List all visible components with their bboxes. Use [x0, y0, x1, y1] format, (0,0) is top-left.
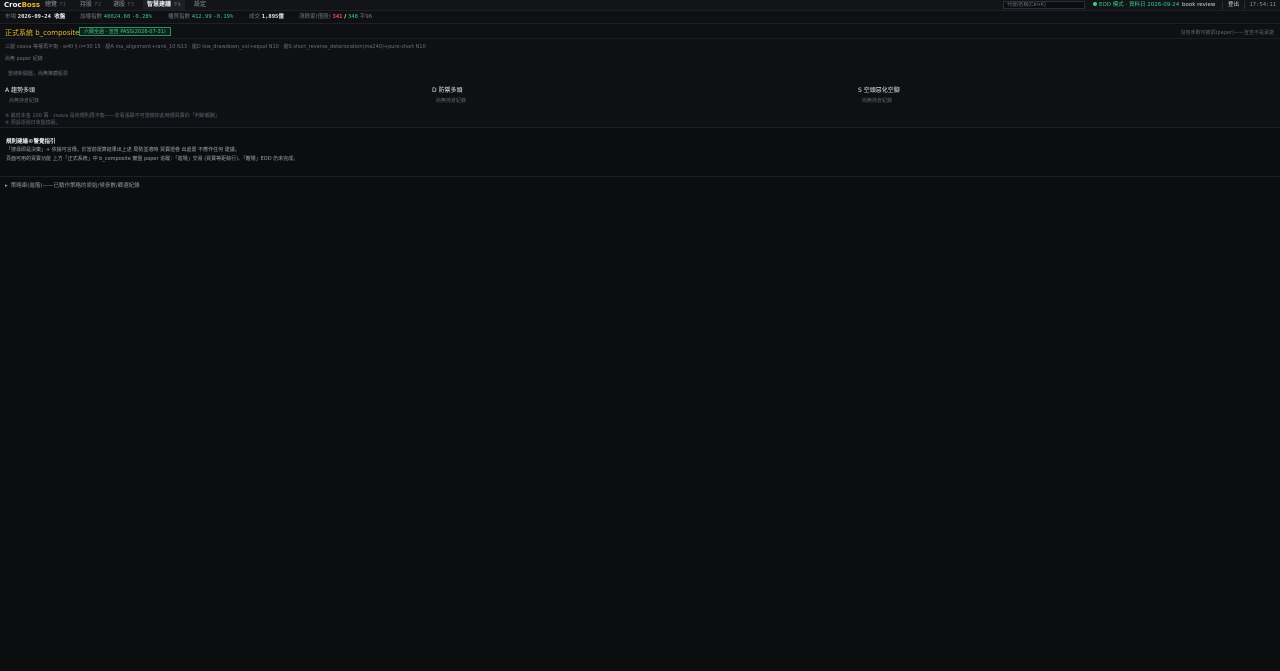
- strategy-panel: 正式系統 b_composite 六關全過 · 宣告 PASS(2026-07-…: [0, 25, 1280, 128]
- leg-d-title: D 防禦多頭: [432, 87, 463, 94]
- formal-system-title: 正式系統 b_composite: [5, 29, 80, 37]
- market-date: 市場 2026-09-24 收盤: [5, 14, 66, 20]
- leg-d-status: 尚無持倉紀錄: [436, 98, 467, 104]
- clock: 17:54:11: [1249, 2, 1277, 8]
- status-dot-icon: [1093, 2, 1097, 6]
- tab-stock-picker[interactable]: 選股 F3: [109, 0, 138, 10]
- strategy-library-expander[interactable]: ▸ 策略庫(進階)——已驗作策略的原始/候參數/篩選紀錄: [5, 181, 140, 189]
- disclaimer-title: 規則建議©警覺指引: [6, 139, 56, 145]
- top-nav-bar: CrocBoss 總覽F1 持股F2 選股F3 智慧建議F4 設定 EOD 模式…: [0, 0, 1280, 11]
- brand-logo-part-a: Croc: [4, 1, 22, 9]
- pass-status-badge: 六關全過 · 宣告 PASS(2026-07-31): [79, 27, 171, 36]
- leg-a-status: 尚無持倉紀錄: [9, 98, 40, 104]
- panel-right-note: 沒有參數可被調(paper)——宣告不是承諾: [1180, 30, 1274, 36]
- market-breadth: 漲跌家(僅股) 341 / 348 平96: [299, 14, 373, 20]
- otc-index: 櫃買指數 412.99 -0.19%: [168, 14, 234, 20]
- eod-status: EOD 模式 · 資料日 2026-09-24: [1093, 1, 1179, 9]
- brand-logo-part-b: Boss: [21, 1, 41, 9]
- tab-overview[interactable]: 總覽 F1: [41, 0, 70, 10]
- tab-settings[interactable]: 設定: [190, 0, 210, 10]
- leg-a-title: A 趨勢多頭: [5, 87, 36, 94]
- market-summary-bar: 市場 2026-09-24 收盤 加權指數 40024.60 -0.28% 櫃買…: [0, 11, 1280, 24]
- leg-s-status: 尚無持倉紀錄: [862, 98, 893, 104]
- paper-record-status: 尚無 paper 紀錄: [5, 56, 43, 62]
- disclaimer-line-2: 頁面可用的買賣功能 上方「正式系統」中 b_composite 實盤 paper…: [6, 156, 299, 162]
- market-volume: 成交 1,895億: [249, 14, 284, 20]
- strategy-library-label: 策略庫(進階)——已驗作策略的原始/候參數/篩選紀錄: [10, 183, 140, 189]
- tab-smart-advice[interactable]: 智慧建議 F4: [143, 0, 185, 10]
- recommendation-status: 當待新開盤，尚無推薦股票: [8, 71, 69, 77]
- strategy-description: 三腿 ceava 等權再平衡 · w40 § n=30 15 · 腿A ma_a…: [5, 44, 426, 50]
- strategy-panel-header: 正式系統 b_composite 六關全過 · 宣告 PASS(2026-07-…: [0, 25, 1280, 39]
- disclaimer-line-1: 「搜尋即是決策」+ 依據可言傳。於當前運算結果出上述 局勢並適時 買賣證卷 出處…: [6, 147, 240, 153]
- disclaimer-section: 規則建議©警覺指引 「搜尋即是決策」+ 依據可言傳。於當前運算結果出上述 局勢並…: [0, 128, 1280, 177]
- tab-holdings[interactable]: 持股 F2: [76, 0, 105, 10]
- logout-button[interactable]: 登出: [1222, 1, 1246, 9]
- leg-s-title: S 空頭惡化空腳: [858, 87, 900, 94]
- rebalance-note: ※ 預設逐週日收盤換股。: [5, 120, 61, 126]
- chevron-right-icon: ▸: [5, 183, 8, 189]
- capital-note: ※ 最低本金 100 萬 · ceava 是依規則再平衡——非看漲跌不可當做依此…: [5, 113, 220, 119]
- taiex-index: 加權指數 40024.60 -0.28%: [80, 14, 152, 20]
- book-review-button[interactable]: book review: [1180, 1, 1217, 9]
- brand-logo[interactable]: CrocBoss: [4, 1, 40, 9]
- search-input[interactable]: [1003, 1, 1085, 9]
